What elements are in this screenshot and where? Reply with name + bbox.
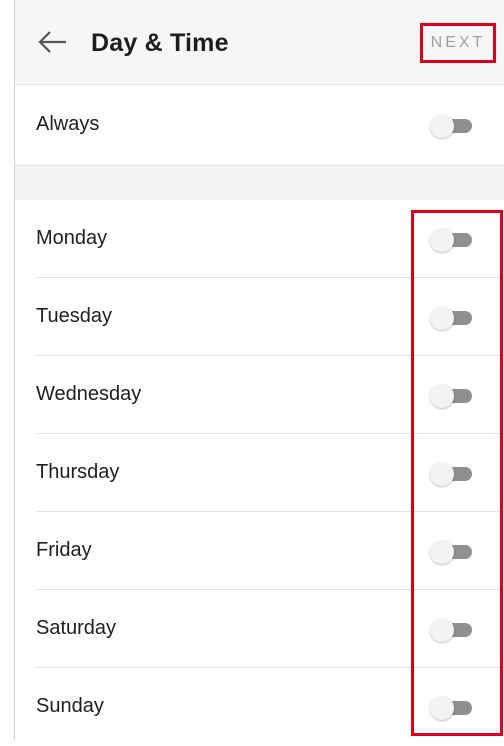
- section-divider: [15, 165, 504, 202]
- day-label: Tuesday: [36, 305, 112, 327]
- screen: Day & Time NEXT Always Monday Tuesday We…: [14, 0, 504, 746]
- always-row[interactable]: Always: [15, 86, 504, 164]
- always-toggle[interactable]: [430, 114, 474, 138]
- saturday-toggle[interactable]: [430, 618, 474, 642]
- wednesday-toggle[interactable]: [430, 384, 474, 408]
- app-bar: Day & Time NEXT: [15, 0, 504, 85]
- toggle-thumb: [430, 114, 454, 138]
- day-label: Sunday: [36, 695, 104, 717]
- thursday-toggle[interactable]: [430, 462, 474, 486]
- toggle-thumb: [430, 696, 454, 720]
- friday-toggle[interactable]: [430, 540, 474, 564]
- day-row-friday[interactable]: Friday: [15, 512, 504, 590]
- day-row-wednesday[interactable]: Wednesday: [15, 356, 504, 434]
- day-row-tuesday[interactable]: Tuesday: [15, 278, 504, 356]
- toggle-thumb: [430, 540, 454, 564]
- day-row-thursday[interactable]: Thursday: [15, 434, 504, 512]
- sunday-toggle[interactable]: [430, 696, 474, 720]
- tuesday-toggle[interactable]: [430, 306, 474, 330]
- day-label: Thursday: [36, 461, 120, 483]
- page-title: Day & Time: [91, 29, 229, 57]
- toggle-thumb: [430, 306, 454, 330]
- monday-toggle[interactable]: [430, 228, 474, 252]
- toggle-thumb: [430, 384, 454, 408]
- day-label: Friday: [36, 539, 92, 561]
- always-label: Always: [36, 113, 100, 135]
- next-button[interactable]: NEXT: [420, 23, 496, 63]
- day-row-monday[interactable]: Monday: [15, 200, 504, 278]
- toggle-thumb: [430, 618, 454, 642]
- day-label: Monday: [36, 227, 108, 249]
- toggle-thumb: [430, 228, 454, 252]
- day-label: Wednesday: [36, 383, 142, 405]
- day-row-saturday[interactable]: Saturday: [15, 590, 504, 668]
- toggle-thumb: [430, 462, 454, 486]
- day-label: Saturday: [36, 617, 117, 639]
- arrow-left-icon[interactable]: [37, 28, 69, 56]
- day-row-sunday[interactable]: Sunday: [15, 668, 504, 746]
